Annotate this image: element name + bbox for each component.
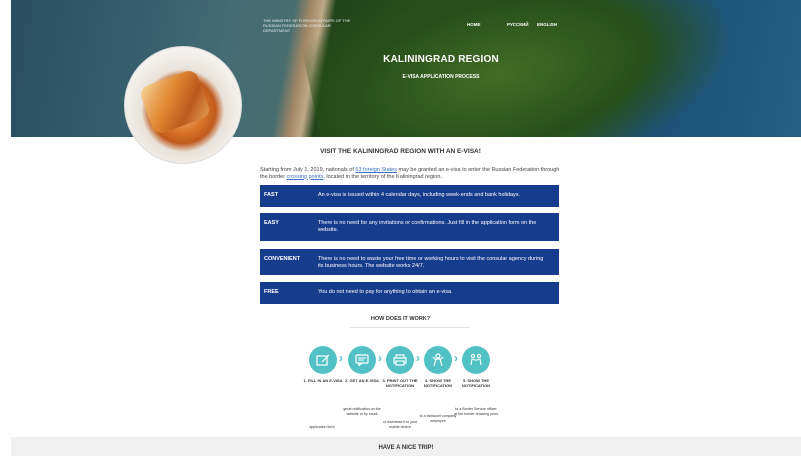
page-heading: VISIT THE KALININGRAD REGION WITH AN E-V… <box>320 148 481 155</box>
step-2-note: great notification on the website or by … <box>343 407 381 416</box>
nav-russian[interactable]: РУССКИЙ <box>507 22 528 27</box>
step-5-label: 5. SHOW THE NOTIFICATION <box>461 378 491 388</box>
officer-icon <box>462 346 490 374</box>
footer-text: HAVE A NICE TRIP! <box>378 445 434 451</box>
step-1-label: 1. FILL IN AN E-VISA <box>303 378 343 383</box>
step-2-label: 2. GET AN E-VISA <box>345 378 379 383</box>
feature-text: An e-visa is issued within 4 calendar da… <box>318 192 521 198</box>
hero-title: KALININGRAD REGION <box>383 54 499 65</box>
feature-text: There is no need for any invitations or … <box>318 220 537 233</box>
step-5-note: to a Border Service officer at the borde… <box>454 407 498 416</box>
feature-fast: FAST An e-visa is issued within 4 calend… <box>260 185 559 207</box>
footer-banner: HAVE A NICE TRIP! <box>11 437 801 456</box>
amber-image <box>124 46 242 164</box>
feature-convenient: CONVENIENT There is no need to waste you… <box>260 249 559 275</box>
printer-icon <box>386 346 414 374</box>
chevron-right-icon: › <box>454 351 458 365</box>
feature-title: CONVENIENT <box>264 256 301 262</box>
step-4-label: 4. SHOW THE NOTIFICATION <box>423 378 453 388</box>
hero-subtitle: E-VISA APPLICATION PROCESS <box>402 74 480 80</box>
feature-text: You do not need to pay for anything to o… <box>318 289 453 295</box>
intro-paragraph: Starting from July 1, 2019, nationals of… <box>260 167 560 180</box>
message-icon <box>348 346 376 374</box>
divider <box>350 327 470 328</box>
feature-easy: EASY There is no need for any invitation… <box>260 213 559 241</box>
foreign-states-link[interactable]: 53 foreign States <box>355 167 397 173</box>
step-1-note: application form <box>309 425 335 429</box>
step-3-label: 3. PRINT OUT THE NOTIFICATION <box>382 378 418 388</box>
nav-english[interactable]: ENGLISH <box>537 22 557 27</box>
feature-title: FAST <box>264 192 279 198</box>
form-icon <box>309 346 337 374</box>
ministry-logo-text[interactable]: THE MINISTRY OF FOREIGN AFFAIRS OF THE R… <box>263 18 353 33</box>
nav-home[interactable]: HOME <box>467 22 481 27</box>
chevron-right-icon: › <box>416 351 420 365</box>
feature-free: FREE You do not need to pay for anything… <box>260 282 559 304</box>
person-icon <box>424 346 452 374</box>
feature-text: There is no need to waste your free time… <box>318 256 544 269</box>
feature-title: EASY <box>264 220 279 226</box>
chevron-right-icon: › <box>378 351 382 365</box>
how-heading: HOW DOES IT WORK? <box>370 316 431 322</box>
crossing-points-link[interactable]: crossing points <box>287 174 324 180</box>
chevron-right-icon: › <box>339 351 343 365</box>
feature-title: FREE <box>264 289 279 295</box>
